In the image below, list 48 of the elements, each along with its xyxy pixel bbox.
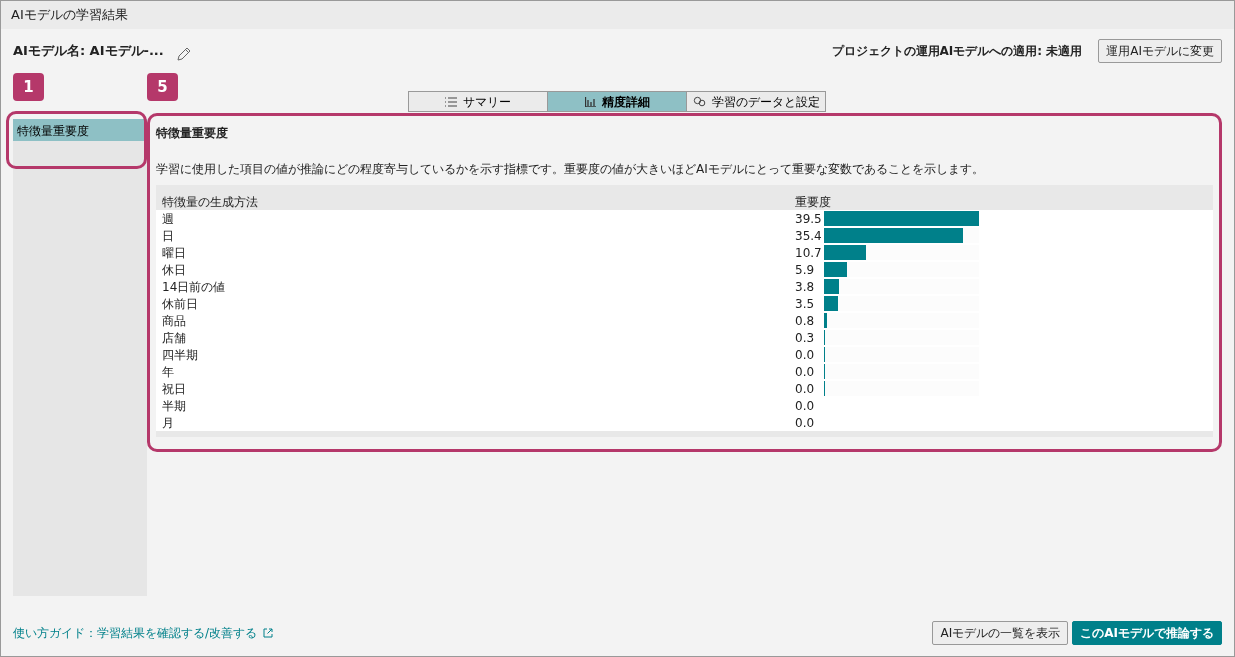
table-cell-text: 休前日 [162,295,199,313]
callout-badge: 5 [147,73,178,101]
window-title: AIモデルの学習結果 [1,1,1234,29]
table-cell-text: 35.4 [795,227,823,245]
table-cell-text: 曜日 [162,244,187,262]
table-cell-text: 店舗 [162,329,187,347]
table-cell-text: 四半期 [162,346,199,364]
table-cell-text: 0.3 [795,329,816,347]
table-cell-text: 半期 [162,397,187,415]
table-cell-text: 5.9 [795,261,816,279]
table-cell-text: 0.0 [795,414,816,432]
model-list-button[interactable]: AIモデルの一覧を表示 [932,621,1069,645]
table-cell-text: 0.0 [795,346,816,364]
table-cell-text: 3.5 [795,295,816,313]
gears-icon [692,96,706,107]
model-name: AIモデル名: AIモデル-... [13,42,164,61]
panel-description: 学習に使用した項目の値が推論にどの程度寄与しているかを示す指標です。重要度の値が大きいほどAIモデルにとって重要な変数であることを示します。 [156,161,985,178]
table-cell-text: 休日 [162,261,187,279]
table-cell-text: 10.7 [795,244,823,262]
column-header: 特徴量の生成方法 [162,193,259,211]
table-cell-text: 年 [162,363,175,381]
table-cell-text: 週 [162,210,175,228]
panel-title: 特徴量重要度 [156,125,229,142]
bar-chart-icon [584,96,596,107]
guide-link[interactable]: 使い方ガイド：学習結果を確認する/改善する [13,624,274,642]
table-cell-text: 0.0 [795,363,816,381]
table-cell-text: 0.0 [795,397,816,415]
table-cell-text: 14日前の値 [162,278,227,296]
pencil-icon[interactable] [175,46,192,62]
apply-status: プロジェクトの運用AIモデルへの適用: 未適用 [831,43,1083,60]
infer-button[interactable]: このAIモデルで推論する [1072,621,1222,645]
table-cell-text: 39.5 [795,210,823,228]
tab[interactable]: サマリー [408,91,548,112]
table-cell-text: 祝日 [162,380,187,398]
table-cell-text: 月 [162,414,175,432]
table-cell-text: 0.8 [795,312,816,330]
change-model-button[interactable]: 運用AIモデルに変更 [1098,39,1222,63]
table-cell-text: 0.0 [795,380,816,398]
callout-badge: 1 [13,73,44,101]
table-cell-text: 日 [162,227,175,245]
external-link-icon [263,628,274,638]
table-cell-text: 3.8 [795,278,816,296]
tab[interactable]: 学習のデータと設定 [686,91,826,112]
tab[interactable]: 精度詳細 [547,91,687,112]
list-icon [445,96,457,107]
sidebar-item[interactable]: 特徴量重要度 [13,119,147,141]
table-cell-text: 商品 [162,312,187,330]
column-header: 重要度 [795,193,831,211]
